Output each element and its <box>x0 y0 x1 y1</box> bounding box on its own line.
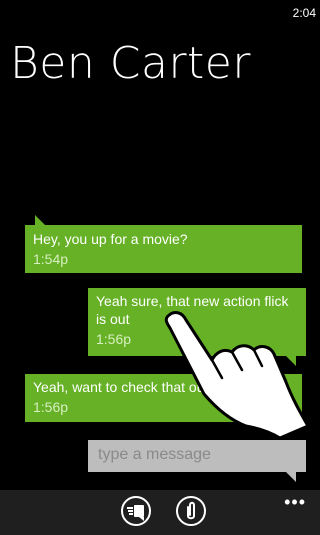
message-bubble-incoming[interactable]: Hey, you up for a movie? 1:54p <box>25 215 302 273</box>
attach-paperclip-icon <box>187 501 195 520</box>
contact-name: Ben Carter <box>10 38 251 89</box>
message-text: Yeah sure, that new action flick is out <box>96 293 289 327</box>
message-text: Yeah, want to check that out <box>33 379 209 395</box>
message-time: 1:56p <box>96 331 132 347</box>
message-time: 1:54p <box>33 251 69 267</box>
more-options-button[interactable]: ••• <box>284 492 306 513</box>
message-input[interactable]: type a message <box>88 440 306 482</box>
status-time: 2:04 <box>292 6 316 20</box>
message-time: 1:56p <box>33 399 69 415</box>
app-bar: ••• <box>0 490 320 535</box>
message-bubble-incoming[interactable]: Yeah, want to check that out 1:56p <box>25 374 302 422</box>
send-icon <box>127 505 144 521</box>
ellipsis-icon: ••• <box>284 492 306 512</box>
attach-button[interactable] <box>176 496 206 526</box>
send-button[interactable] <box>121 496 151 526</box>
message-bubble-outgoing[interactable]: Yeah sure, that new action flick is out … <box>88 288 306 366</box>
message-text: Hey, you up for a movie? <box>33 231 188 247</box>
input-placeholder: type a message <box>98 446 211 463</box>
